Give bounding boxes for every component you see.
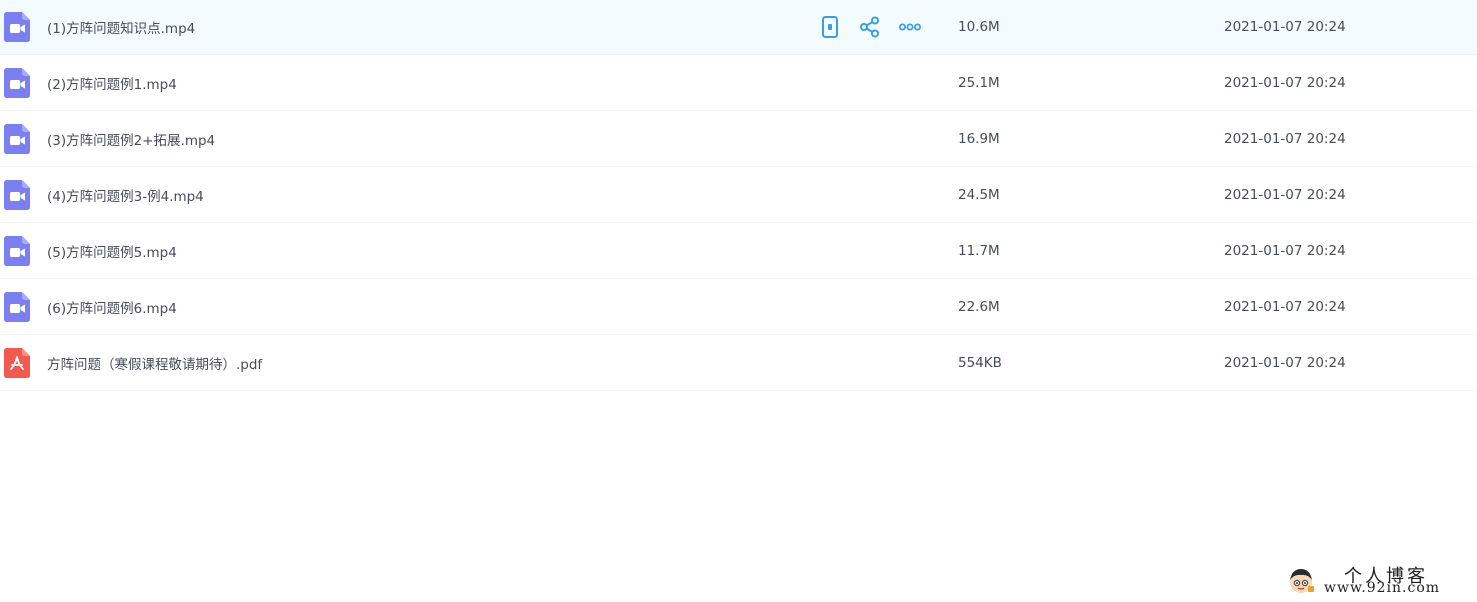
file-row[interactable]: (5)方阵问题例5.mp4 11.7M 2021-01-07 20:24 <box>0 224 1477 279</box>
file-date: 2021-01-07 20:24 <box>1224 131 1346 147</box>
phone-icon[interactable] <box>818 15 842 39</box>
file-name[interactable]: (4)方阵问题例3-例4.mp4 <box>47 185 204 205</box>
file-size: 554KB <box>958 355 1002 371</box>
file-name[interactable]: (5)方阵问题例5.mp4 <box>47 241 177 261</box>
file-row[interactable]: (3)方阵问题例2+拓展.mp4 16.9M 2021-01-07 20:24 <box>0 112 1477 167</box>
file-name[interactable]: (3)方阵问题例2+拓展.mp4 <box>47 129 215 149</box>
watermark-url: www.92in.com <box>1324 580 1441 596</box>
file-date: 2021-01-07 20:24 <box>1224 355 1346 371</box>
file-name[interactable]: (6)方阵问题例6.mp4 <box>47 297 177 317</box>
file-size: 24.5M <box>958 187 1000 203</box>
video-file-icon <box>4 292 30 322</box>
video-file-icon <box>4 12 30 42</box>
watermark: 个人博客 www.92in.com <box>1282 560 1472 600</box>
pdf-file-icon <box>4 348 30 378</box>
file-size: 16.9M <box>958 131 1000 147</box>
share-icon[interactable] <box>858 15 882 39</box>
file-row[interactable]: (4)方阵问题例3-例4.mp4 24.5M 2021-01-07 20:24 <box>0 168 1477 223</box>
video-file-icon <box>4 180 30 210</box>
file-name[interactable]: (1)方阵问题知识点.mp4 <box>47 17 195 37</box>
file-size: 11.7M <box>958 243 1000 259</box>
file-row[interactable]: (1)方阵问题知识点.mp4 10.6M 2021-01-07 20:24 <box>0 0 1477 55</box>
file-date: 2021-01-07 20:24 <box>1224 187 1346 203</box>
video-file-icon <box>4 236 30 266</box>
file-date: 2021-01-07 20:24 <box>1224 243 1346 259</box>
video-file-icon <box>4 124 30 154</box>
file-date: 2021-01-07 20:24 <box>1224 75 1346 91</box>
file-size: 22.6M <box>958 299 1000 315</box>
file-size: 25.1M <box>958 75 1000 91</box>
file-row[interactable]: (6)方阵问题例6.mp4 22.6M 2021-01-07 20:24 <box>0 280 1477 335</box>
file-date: 2021-01-07 20:24 <box>1224 19 1346 35</box>
file-name[interactable]: 方阵问题（寒假课程敬请期待）.pdf <box>47 353 262 373</box>
file-row[interactable]: (2)方阵问题例1.mp4 25.1M 2021-01-07 20:24 <box>0 56 1477 111</box>
file-size: 10.6M <box>958 19 1000 35</box>
file-list: (1)方阵问题知识点.mp4 10.6M 2021-01-07 20:24 (2… <box>0 0 1477 391</box>
file-row[interactable]: 方阵问题（寒假课程敬请期待）.pdf 554KB 2021-01-07 20:2… <box>0 336 1477 391</box>
file-date: 2021-01-07 20:24 <box>1224 299 1346 315</box>
cartoon-avatar-icon <box>1286 566 1316 596</box>
more-icon[interactable] <box>898 15 922 39</box>
video-file-icon <box>4 68 30 98</box>
file-name[interactable]: (2)方阵问题例1.mp4 <box>47 73 177 93</box>
